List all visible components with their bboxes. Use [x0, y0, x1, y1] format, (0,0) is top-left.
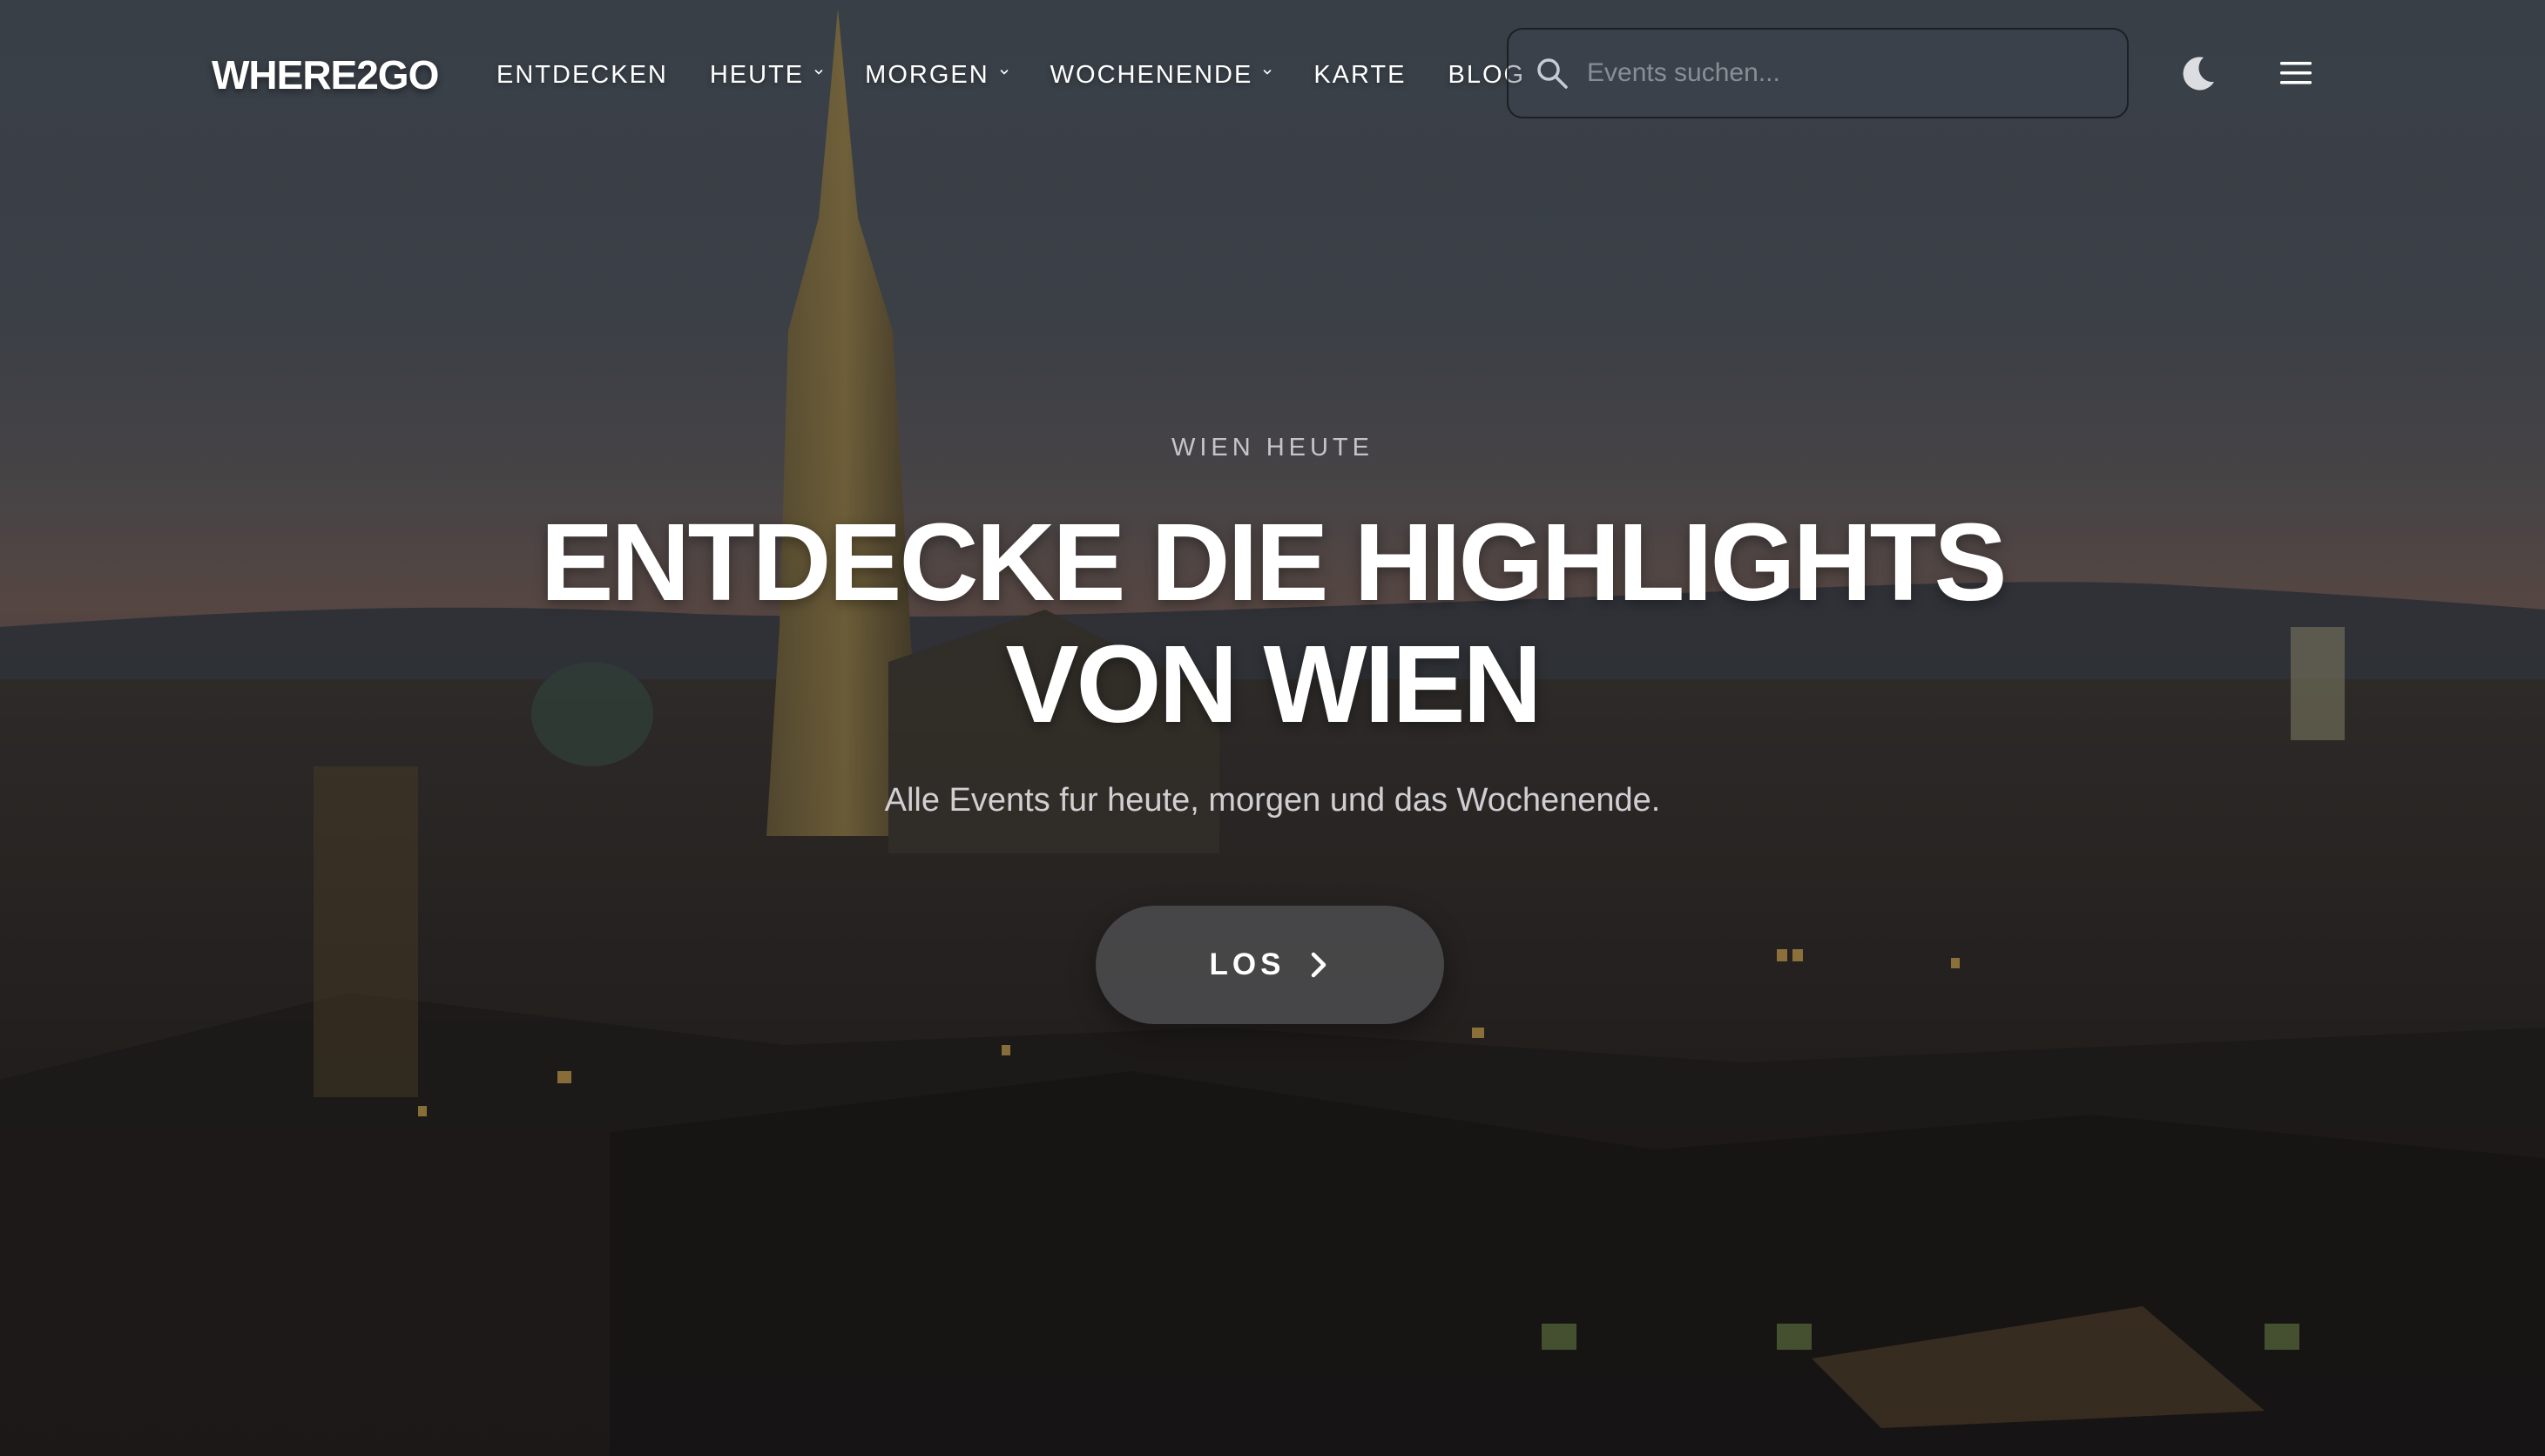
moon-icon[interactable]	[2177, 52, 2219, 94]
nav-item-label: MORGEN	[865, 60, 989, 89]
main-menu: ENTDECKEN HEUTE MORGEN WOCHENENDE KARTE …	[496, 52, 1567, 98]
site-logo[interactable]: WHERE2GO	[212, 45, 439, 104]
search-input[interactable]	[1587, 47, 2075, 99]
hero-headline-line-1: ENTDECKE DIE HIGHLIGHTS	[540, 501, 2007, 624]
chevron-down-icon	[1000, 70, 1008, 75]
hero-eyebrow: WIEN HEUTE	[1171, 434, 1374, 462]
hamburger-menu-icon[interactable]	[2278, 57, 2315, 89]
los-button[interactable]: LOS	[1096, 906, 1444, 1024]
nav-item-morgen[interactable]: MORGEN	[865, 61, 1009, 90]
chevron-down-icon	[1264, 70, 1272, 75]
hero-headline: ENTDECKE DIE HIGHLIGHTS VON WIEN	[348, 502, 2197, 745]
search-icon	[1537, 58, 1568, 89]
nav-item-entdecken[interactable]: ENTDECKEN	[496, 61, 668, 90]
chevron-down-icon	[814, 70, 823, 75]
hero-section: WHERE2GO ENTDECKEN HEUTE MORGEN WOCHENEN…	[0, 0, 2545, 1456]
hero-headline-line-2: VON WIEN	[1005, 623, 1542, 745]
los-button-label: LOS	[1209, 947, 1286, 981]
top-navigation: WHERE2GO ENTDECKEN HEUTE MORGEN WOCHENEN…	[0, 0, 2545, 150]
nav-item-label: HEUTE	[709, 60, 805, 89]
hero-subline: Alle Events fur heute, morgen und das Wo…	[884, 782, 1661, 819]
nav-item-karte[interactable]: KARTE	[1313, 61, 1406, 90]
chevron-right-icon	[1312, 952, 1327, 978]
nav-item-label: KARTE	[1313, 60, 1407, 89]
nav-item-wochenende[interactable]: WOCHENENDE	[1050, 61, 1272, 90]
nav-item-label: WOCHENENDE	[1050, 60, 1253, 89]
nav-item-label: ENTDECKEN	[496, 60, 668, 89]
search-box[interactable]	[1507, 28, 2129, 118]
nav-item-heute[interactable]: HEUTE	[710, 61, 823, 90]
